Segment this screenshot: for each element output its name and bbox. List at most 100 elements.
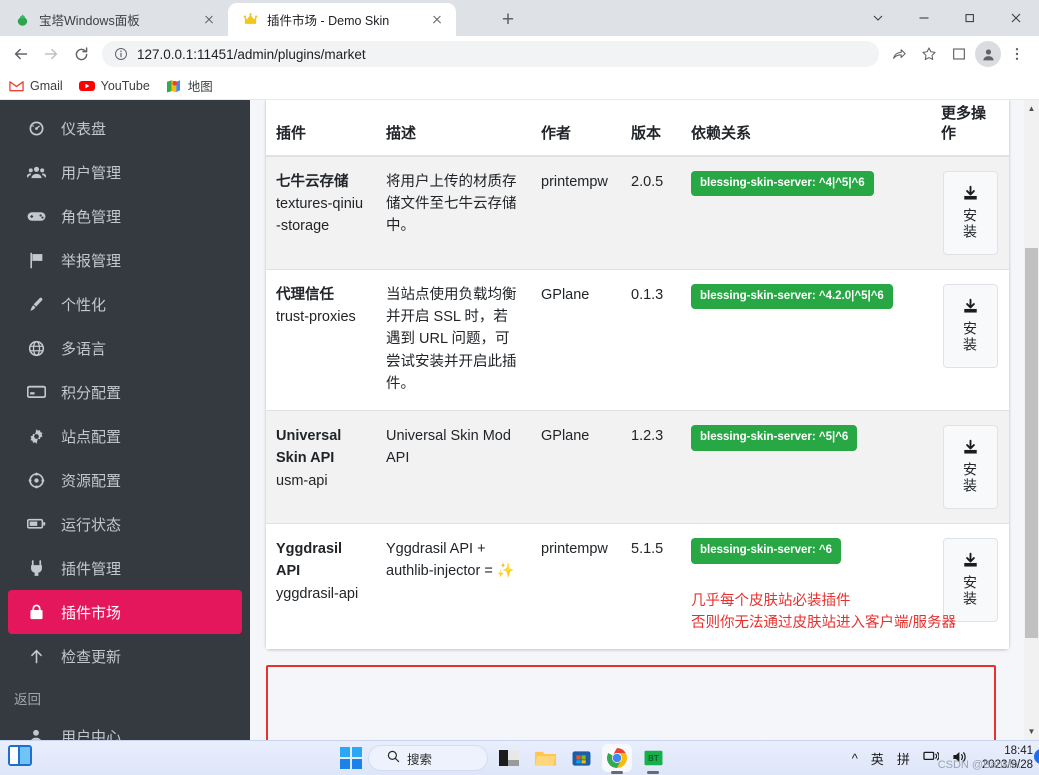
table-row[interactable]: 七牛云存储 textures-qiniu-storage 将用户上传的材质存储文… [266, 155, 1009, 269]
close-icon[interactable] [993, 0, 1039, 36]
th-dependency[interactable]: 依赖关系 [681, 100, 931, 157]
install-button-label: 安装 [962, 208, 979, 241]
table-row[interactable]: Universal Skin API usm-api Universal Ski… [266, 409, 1009, 524]
toolbar-actions [885, 40, 1033, 68]
annotation-line-1: 几乎每个皮肤站必装插件 [691, 592, 851, 609]
browser-tab-1[interactable]: 宝塔Windows面板 [0, 3, 228, 36]
network-icon[interactable] [923, 750, 940, 767]
browser-toolbar: 127.0.0.1:11451/admin/plugins/market [0, 36, 1039, 72]
sidebar-item-dashboard[interactable]: 仪表盘 [0, 106, 250, 150]
sidebar-section-header: 返回 [14, 692, 41, 707]
scrollbar-thumb[interactable] [1025, 248, 1038, 638]
browser-tab-2[interactable]: 插件市场 - Demo Skin [228, 3, 456, 36]
close-icon[interactable] [200, 11, 218, 29]
chrome-menu-icon[interactable] [1003, 40, 1031, 68]
taskbar-app-file-explorer[interactable] [530, 744, 560, 772]
chevron-down-icon[interactable] [855, 0, 901, 36]
globe-icon [25, 340, 47, 357]
taskbar-app-chrome[interactable] [602, 744, 632, 772]
clock-time: 18:41 [1004, 745, 1033, 758]
sidebar-item-languages[interactable]: 多语言 [0, 326, 250, 370]
brush-icon [25, 296, 47, 313]
screen: 宝塔Windows面板 插件市场 - Demo Skin + 127.0.0.1… [0, 0, 1039, 775]
sidebar-item-label: 插件市场 [61, 604, 122, 622]
bookmark-maps[interactable]: 地图 [166, 76, 213, 95]
plugin-market-card: 插件 描述 作者 版本 依赖关系 更多操作 七牛云存储 textures-qin… [266, 100, 1009, 649]
share-icon[interactable] [885, 40, 913, 68]
sidebar-item-score[interactable]: 积分配置 [0, 370, 250, 414]
youtube-icon [78, 78, 95, 94]
taskbar-app-file-explorer-dark[interactable] [494, 744, 524, 772]
cell-dependency: blessing-skin-server: ^4.2.0|^5|^6 [681, 268, 931, 411]
sidebar-item-site-config[interactable]: 站点配置 [0, 414, 250, 458]
sidebar-item-plugin-manage[interactable]: 插件管理 [0, 546, 250, 590]
scroll-up-arrow-icon[interactable]: ▲ [1024, 100, 1039, 117]
cell-description: 当站点使用负载均衡并开启 SSL 时，若遇到 URL 问题，可尝试安装并开启此插… [376, 268, 531, 411]
bookmark-maps-label: 地图 [187, 80, 213, 94]
taskbar-search[interactable]: 搜索 [368, 745, 488, 771]
site-info-icon[interactable] [114, 47, 128, 61]
download-icon [962, 185, 979, 205]
taskbar-app-microsoft-store[interactable] [566, 744, 596, 772]
taskbar-app-bt-panel[interactable]: BT [638, 744, 668, 772]
gamepad-icon [25, 210, 47, 223]
bookmark-youtube[interactable]: YouTube [78, 78, 150, 94]
sidebar-item-label: 多语言 [61, 340, 107, 358]
new-tab-button[interactable]: + [494, 5, 522, 33]
th-more-actions[interactable]: 更多操作 [931, 100, 1009, 157]
main-content: 插件 描述 作者 版本 依赖关系 更多操作 七牛云存储 textures-qin… [250, 100, 1039, 740]
install-button[interactable]: 安装 [942, 283, 998, 368]
crown-icon [242, 12, 258, 28]
install-button[interactable]: 安装 [942, 424, 998, 509]
tray-chevron-icon[interactable]: ^ [852, 751, 858, 766]
minimize-icon[interactable] [901, 0, 947, 36]
plugin-table-body: 七牛云存储 textures-qiniu-storage 将用户上传的材质存储文… [266, 155, 1009, 649]
cell-author: printempw [531, 522, 621, 649]
flag-icon [25, 252, 47, 269]
sidebar-item-label: 用户管理 [61, 164, 122, 182]
back-button[interactable] [6, 39, 36, 69]
sidebar-item-customization[interactable]: 个性化 [0, 282, 250, 326]
sidebar-item-label: 举报管理 [61, 252, 122, 270]
sidebar-item-user-center[interactable]: 用户中心 [0, 714, 250, 740]
th-author[interactable]: 作者 [531, 100, 621, 157]
table-row[interactable]: 代理信任 trust-proxies 当站点使用负载均衡并开启 SSL 时，若遇… [266, 268, 1009, 411]
page-scrollbar[interactable]: ▲ ▼ [1024, 100, 1039, 740]
install-button[interactable]: 安装 [942, 170, 998, 255]
side-panel-icon[interactable] [945, 40, 973, 68]
sidebar-item-resource-config[interactable]: 资源配置 [0, 458, 250, 502]
bookmark-gmail[interactable]: Gmail [8, 78, 63, 94]
sidebar-item-users[interactable]: 用户管理 [0, 150, 250, 194]
close-icon[interactable] [428, 11, 446, 29]
annotation-line-2: 否则你无法通过皮肤站进入客户端/服务器 [691, 615, 957, 632]
address-bar[interactable]: 127.0.0.1:11451/admin/plugins/market [102, 41, 879, 67]
profile-avatar[interactable] [975, 41, 1001, 67]
sidebar-item-reports[interactable]: 举报管理 [0, 238, 250, 282]
split-pane-icon[interactable] [8, 745, 32, 766]
sidebar-item-roles[interactable]: 角色管理 [0, 194, 250, 238]
notification-badge[interactable]: 1 [1034, 749, 1039, 765]
start-button[interactable] [340, 747, 362, 769]
forward-button[interactable] [36, 39, 66, 69]
install-button[interactable]: 安装 [942, 537, 998, 622]
scroll-down-arrow-icon[interactable]: ▼ [1024, 723, 1039, 740]
reload-button[interactable] [66, 39, 96, 69]
tabstrip: 宝塔Windows面板 插件市场 - Demo Skin [0, 0, 456, 36]
sidebar-item-plugin-market[interactable]: 插件市场 [8, 590, 242, 634]
tray-ime-pinyin[interactable]: 拼 [897, 749, 910, 768]
cell-actions: 安装 [931, 268, 1009, 411]
sidebar-item-check-update[interactable]: 检查更新 [0, 634, 250, 678]
th-plugin[interactable]: 插件 [266, 100, 376, 157]
maximize-icon[interactable] [947, 0, 993, 36]
tray-ime-mode[interactable]: 英 [871, 749, 884, 768]
th-version[interactable]: 版本 [621, 100, 681, 157]
th-description[interactable]: 描述 [376, 100, 531, 157]
sidebar-item-label: 个性化 [61, 296, 107, 314]
bookmark-star-icon[interactable] [915, 40, 943, 68]
sidebar-item-status[interactable]: 运行状态 [0, 502, 250, 546]
bag-icon [25, 604, 47, 621]
dependency-badge: blessing-skin-server: ^4|^5|^6 [691, 170, 874, 197]
plugin-slug: trust-proxies [276, 308, 356, 325]
table-row[interactable]: Yggdrasil API yggdrasil-api Yggdrasil AP… [266, 522, 1009, 649]
cell-dependency: blessing-skin-server: ^6 几乎每个皮肤站必装插件 否则你… [681, 522, 957, 649]
